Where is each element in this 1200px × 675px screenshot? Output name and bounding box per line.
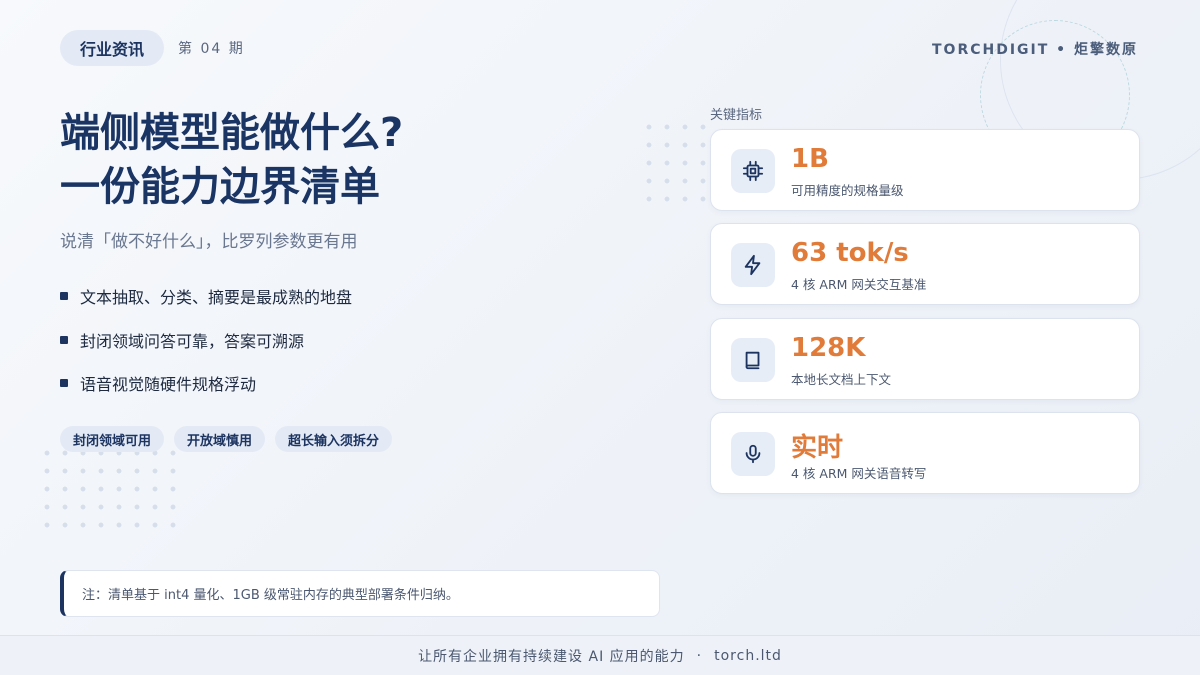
book-icon bbox=[731, 338, 775, 382]
list-item: 语音视觉随硬件规格浮动 bbox=[60, 372, 352, 394]
bullet-marker bbox=[60, 379, 68, 387]
metric-card: 1B 可用精度的规格量级 bbox=[710, 129, 1140, 211]
metric-label: 4 核 ARM 网关交互基准 bbox=[791, 277, 927, 292]
list-item: 文本抽取、分类、摘要是最成熟的地盘 bbox=[60, 285, 352, 307]
metric-value: 63 tok/s bbox=[791, 238, 909, 268]
microphone-icon bbox=[731, 432, 775, 476]
footer: 让所有企业拥有持续建设 AI 应用的能力 · torch.ltd bbox=[0, 635, 1200, 675]
metric-label: 4 核 ARM 网关语音转写 bbox=[791, 466, 927, 481]
bullet-marker bbox=[60, 335, 68, 344]
chip-icon bbox=[731, 149, 775, 193]
bullet-marker bbox=[60, 292, 68, 300]
bullet-list: 文本抽取、分类、摘要是最成熟的地盘 封闭领域问答可靠，答案可溯源 语音视觉随硬件… bbox=[60, 285, 352, 416]
metric-card: 实时 4 核 ARM 网关语音转写 bbox=[710, 412, 1140, 494]
metrics-heading: 关键指标 bbox=[710, 108, 763, 123]
chip-long-input: 超长输入须拆分 bbox=[275, 426, 393, 452]
metric-value: 1B bbox=[791, 144, 829, 174]
issue-number: 第 04 期 bbox=[178, 41, 245, 57]
metric-card: 63 tok/s 4 核 ARM 网关交互基准 bbox=[710, 223, 1140, 305]
footnote: 注：清单基于 int4 量化、1GB 级常驻内存的典型部署条件归纳。 bbox=[60, 570, 660, 617]
page-subtitle: 说清「做不好什么」，比罗列参数更有用 bbox=[60, 232, 358, 252]
metric-label: 本地长文档上下文 bbox=[791, 372, 892, 387]
brand-name: TORCHDIGIT • 炬擎数原 bbox=[932, 42, 1138, 58]
footer-separator: · bbox=[696, 647, 703, 664]
bullet-text: 封闭领域问答可靠，答案可溯源 bbox=[80, 331, 305, 351]
bullet-text: 语音视觉随硬件规格浮动 bbox=[80, 375, 257, 394]
metric-value: 128K bbox=[791, 333, 866, 363]
category-tag: 行业资讯 bbox=[60, 30, 164, 66]
title-line-1: 端侧模型能做什么? bbox=[60, 110, 404, 156]
footer-slogan: 让所有企业拥有持续建设 AI 应用的能力 bbox=[418, 648, 685, 665]
page-title: 端侧模型能做什么? 一份能力边界清单 bbox=[60, 106, 403, 214]
title-line-2: 一份能力边界清单 bbox=[60, 164, 380, 210]
chip-closed-domain: 封闭领域可用 bbox=[60, 426, 165, 452]
list-item: 封闭领域问答可靠，答案可溯源 bbox=[60, 329, 352, 351]
footer-url: torch.ltd bbox=[714, 647, 782, 664]
metric-value: 实时 bbox=[791, 433, 844, 463]
bullet-text: 文本抽取、分类、摘要是最成熟的地盘 bbox=[80, 288, 353, 307]
metric-label: 可用精度的规格量级 bbox=[791, 183, 904, 198]
decorative-dot-grid bbox=[640, 118, 712, 208]
chip-open-domain: 开放域慎用 bbox=[174, 426, 266, 452]
metric-card: 128K 本地长文档上下文 bbox=[710, 318, 1140, 400]
chip-group: 封闭领域可用 开放域慎用 超长输入须拆分 bbox=[60, 426, 393, 452]
decorative-dot-grid bbox=[38, 444, 178, 534]
lightning-icon bbox=[731, 243, 775, 287]
